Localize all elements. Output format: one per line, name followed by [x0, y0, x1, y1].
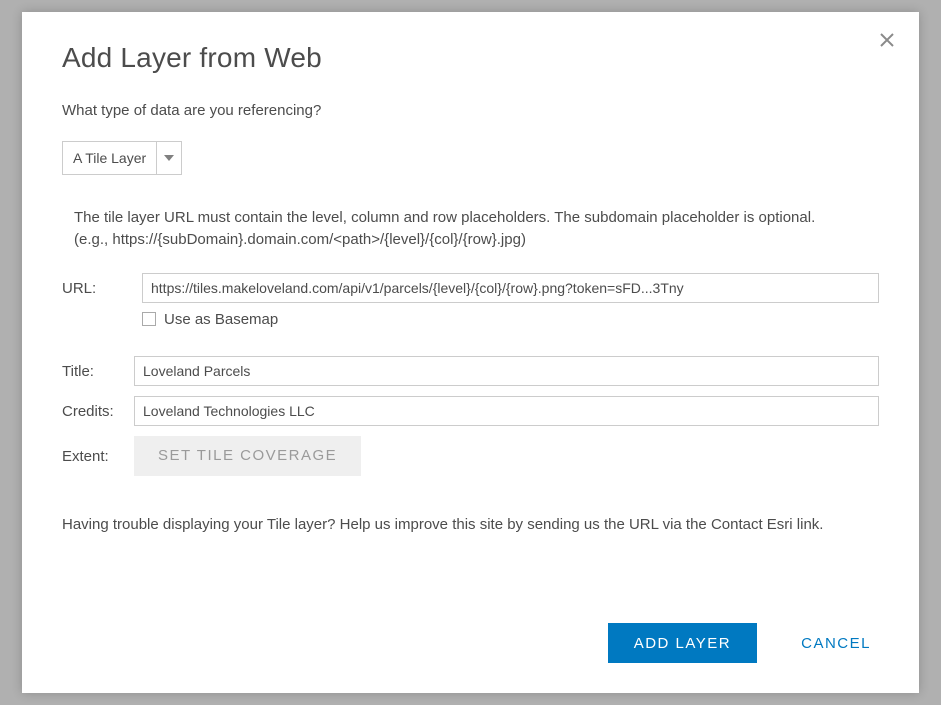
cancel-button[interactable]: CANCEL [801, 635, 871, 652]
add-layer-button[interactable]: ADD LAYER [608, 623, 757, 663]
url-input[interactable] [142, 273, 879, 303]
type-prompt: What type of data are you referencing? [62, 102, 879, 119]
modal-title: Add Layer from Web [62, 42, 879, 74]
basemap-checkbox[interactable] [142, 312, 156, 326]
chevron-down-icon [164, 155, 174, 161]
extent-label: Extent: [62, 446, 134, 465]
close-icon [879, 32, 895, 48]
url-label: URL: [62, 278, 142, 297]
layer-type-select[interactable]: A Tile Layer [62, 141, 182, 175]
modal-footer: ADD LAYER CANCEL [62, 599, 879, 663]
tile-url-description: The tile layer URL must contain the leve… [62, 207, 879, 251]
title-label: Title: [62, 361, 134, 380]
set-tile-coverage-button[interactable]: SET TILE COVERAGE [134, 436, 361, 476]
add-layer-modal: Add Layer from Web What type of data are… [22, 12, 919, 693]
credits-label: Credits: [62, 401, 134, 420]
dropdown-arrow [157, 142, 181, 174]
close-button[interactable] [875, 28, 899, 52]
help-text: Having trouble displaying your Tile laye… [62, 514, 879, 535]
description-line2: (e.g., https://{subDomain}.domain.com/<p… [74, 231, 526, 248]
description-line1: The tile layer URL must contain the leve… [74, 209, 815, 226]
layer-type-value: A Tile Layer [63, 142, 157, 174]
credits-input[interactable] [134, 396, 879, 426]
basemap-checkbox-label: Use as Basemap [164, 311, 278, 328]
title-input[interactable] [134, 356, 879, 386]
